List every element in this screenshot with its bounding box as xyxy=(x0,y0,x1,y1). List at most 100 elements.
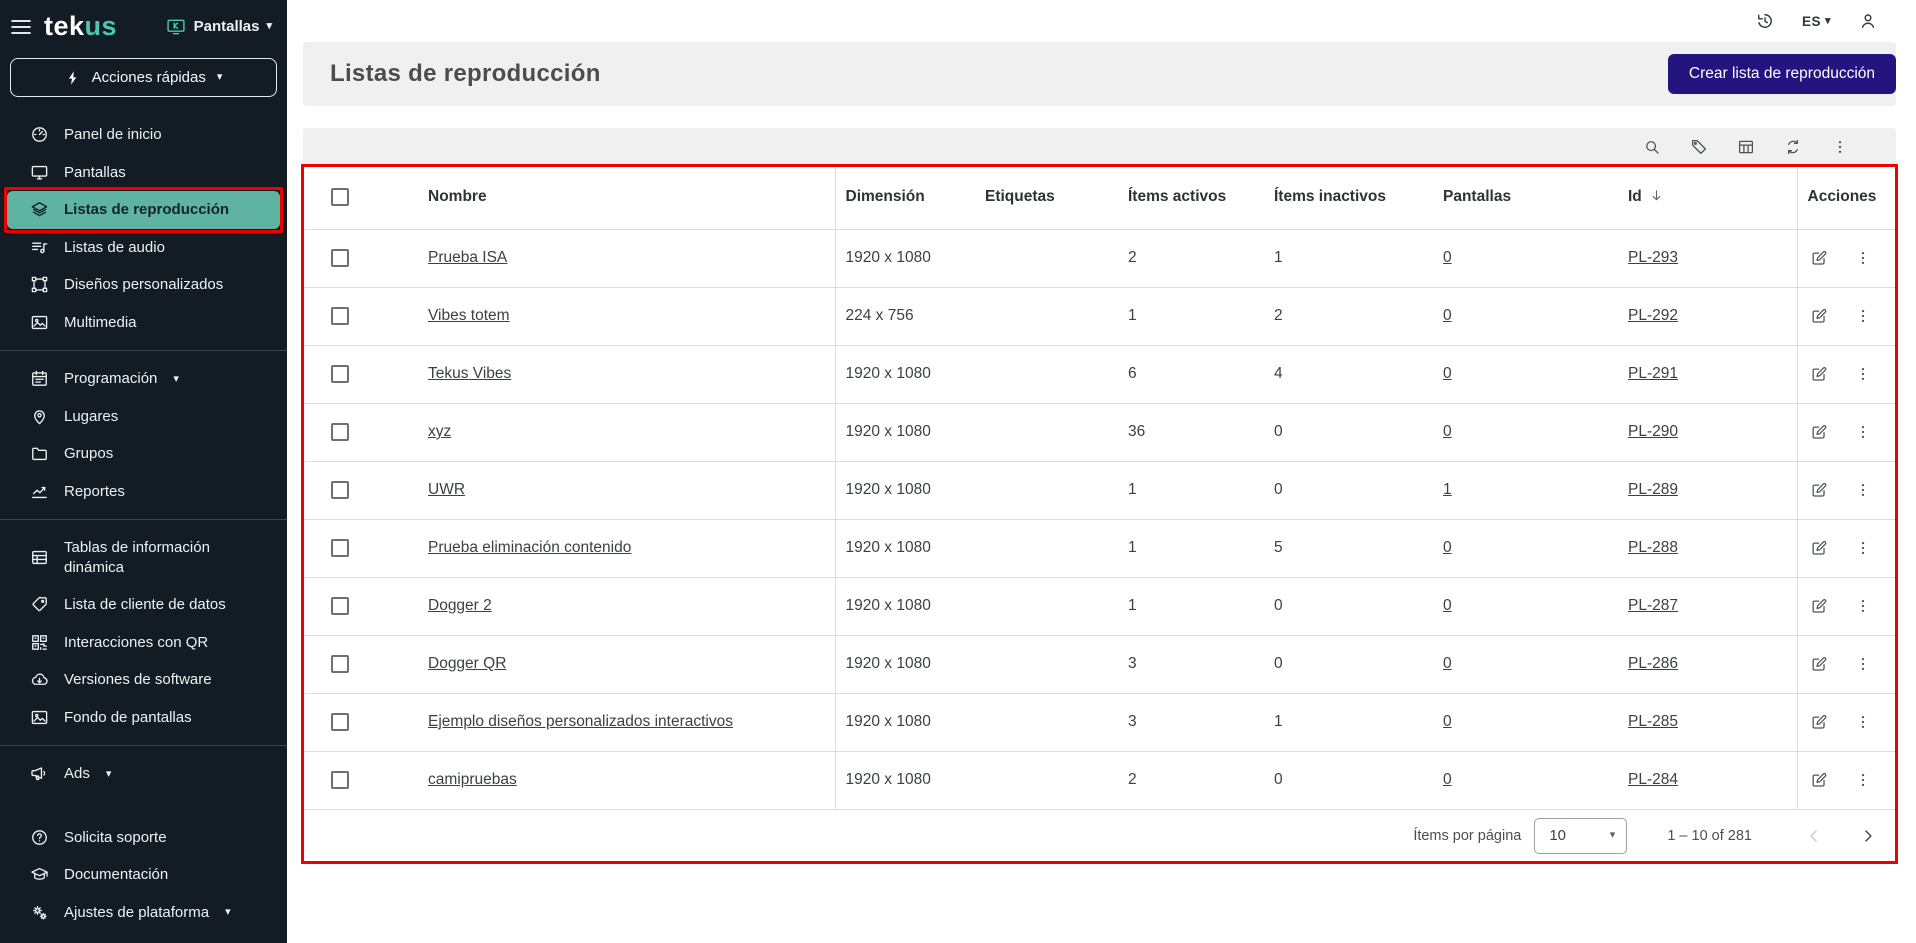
row-menu-button[interactable] xyxy=(1854,249,1872,267)
edit-button[interactable] xyxy=(1810,365,1828,383)
column-header-tags[interactable]: Etiquetas xyxy=(975,166,1118,230)
sidebar-item-grupos[interactable]: Grupos xyxy=(0,435,287,473)
sidebar-item-solicita-soporte[interactable]: Solicita soporte xyxy=(0,819,287,857)
edit-button[interactable] xyxy=(1810,307,1828,325)
row-checkbox[interactable] xyxy=(331,249,349,267)
sidebar-item-ajustes-de-plataforma[interactable]: Ajustes de plataforma ▾ xyxy=(0,894,287,932)
history-icon[interactable] xyxy=(1755,11,1775,31)
screens-count-link[interactable]: 0 xyxy=(1443,307,1452,324)
search-icon[interactable] xyxy=(1643,138,1661,156)
column-header-inactive_items[interactable]: Ítems inactivos xyxy=(1264,166,1433,230)
create-playlist-button[interactable]: Crear lista de reproducción xyxy=(1667,54,1896,94)
row-menu-button[interactable] xyxy=(1854,597,1872,615)
playlist-id-link[interactable]: PL-288 xyxy=(1628,539,1678,556)
row-checkbox[interactable] xyxy=(331,655,349,673)
screens-count-link[interactable]: 0 xyxy=(1443,655,1452,672)
sidebar-item-lugares[interactable]: Lugares xyxy=(0,398,287,436)
row-menu-button[interactable] xyxy=(1854,365,1872,383)
row-menu-button[interactable] xyxy=(1854,539,1872,557)
row-checkbox[interactable] xyxy=(331,481,349,499)
language-selector[interactable]: ES ▾ xyxy=(1802,14,1831,29)
row-menu-button[interactable] xyxy=(1854,307,1872,325)
playlist-name-link[interactable]: xyz xyxy=(428,423,451,440)
edit-button[interactable] xyxy=(1810,481,1828,499)
playlist-name-link[interactable]: camipruebas xyxy=(428,771,517,788)
kebab-icon[interactable] xyxy=(1831,138,1849,156)
sidebar-item-ads[interactable]: Ads ▾ xyxy=(0,755,287,793)
sidebar-item-reportes[interactable]: Reportes xyxy=(0,473,287,511)
column-header-dimension[interactable]: Dimensión xyxy=(834,166,975,230)
sidebar-item-lista-de-cliente-de-datos[interactable]: Lista de cliente de datos xyxy=(0,586,287,624)
edit-button[interactable] xyxy=(1810,249,1828,267)
row-menu-button[interactable] xyxy=(1854,713,1872,731)
sync-icon[interactable] xyxy=(1784,138,1802,156)
sidebar-item-multimedia[interactable]: Multimedia xyxy=(0,304,287,342)
table-icon[interactable] xyxy=(1737,138,1755,156)
row-checkbox[interactable] xyxy=(331,423,349,441)
edit-button[interactable] xyxy=(1810,423,1828,441)
playlist-name-link[interactable]: Ejemplo diseños personalizados interacti… xyxy=(428,713,733,730)
sidebar-item-tablas-de-informacion-dinamica[interactable]: Tablas de información dinámica xyxy=(0,529,287,586)
playlist-id-link[interactable]: PL-285 xyxy=(1628,713,1678,730)
row-checkbox[interactable] xyxy=(331,539,349,557)
sidebar-item-interacciones-con-qr[interactable]: Interacciones con QR xyxy=(0,624,287,662)
edit-button[interactable] xyxy=(1810,597,1828,615)
quick-actions-button[interactable]: Acciones rápidas ▾ xyxy=(10,58,277,97)
row-menu-button[interactable] xyxy=(1854,481,1872,499)
row-menu-button[interactable] xyxy=(1854,771,1872,789)
screens-count-link[interactable]: 0 xyxy=(1443,249,1452,266)
sidebar-item-listas-de-audio[interactable]: Listas de audio xyxy=(0,229,287,267)
edit-button[interactable] xyxy=(1810,655,1828,673)
sidebar-item-programacion[interactable]: Programación ▾ xyxy=(0,360,287,398)
column-header-active_items[interactable]: Ítems activos xyxy=(1118,166,1264,230)
playlist-name-link[interactable]: UWR xyxy=(428,481,465,498)
screens-count-link[interactable]: 1 xyxy=(1443,481,1452,498)
playlist-id-link[interactable]: PL-287 xyxy=(1628,597,1678,614)
sidebar-item-panel-de-inicio[interactable]: Panel de inicio xyxy=(0,116,287,154)
row-menu-button[interactable] xyxy=(1854,655,1872,673)
context-switcher[interactable]: Pantallas ▾ xyxy=(165,17,272,37)
playlist-name-link[interactable]: Dogger 2 xyxy=(428,597,492,614)
app-logo[interactable]: tekus xyxy=(44,11,117,42)
sidebar-item-versiones-de-software[interactable]: Versiones de software xyxy=(0,661,287,699)
row-menu-button[interactable] xyxy=(1854,423,1872,441)
screens-count-link[interactable]: 0 xyxy=(1443,539,1452,556)
playlist-name-link[interactable]: Vibes totem xyxy=(428,307,510,324)
playlist-id-link[interactable]: PL-289 xyxy=(1628,481,1678,498)
menu-icon[interactable] xyxy=(9,15,33,39)
next-page-button[interactable] xyxy=(1858,826,1878,846)
playlist-name-link[interactable]: Tekus Vibes xyxy=(428,365,511,382)
page-size-select[interactable]: 10 ▾ xyxy=(1534,817,1628,854)
row-checkbox[interactable] xyxy=(331,597,349,615)
row-checkbox[interactable] xyxy=(331,365,349,383)
previous-page-button[interactable] xyxy=(1804,826,1824,846)
screens-count-link[interactable]: 0 xyxy=(1443,365,1452,382)
playlist-id-link[interactable]: PL-286 xyxy=(1628,655,1678,672)
screens-count-link[interactable]: 0 xyxy=(1443,713,1452,730)
column-header-name[interactable]: Nombre xyxy=(407,166,835,230)
playlist-name-link[interactable]: Dogger QR xyxy=(428,655,506,672)
edit-button[interactable] xyxy=(1810,771,1828,789)
sidebar-item-listas-de-reproduccion[interactable]: Listas de reproducción xyxy=(4,187,283,233)
edit-button[interactable] xyxy=(1810,539,1828,557)
screens-count-link[interactable]: 0 xyxy=(1443,771,1452,788)
column-header-id[interactable]: Id xyxy=(1618,166,1797,230)
playlist-id-link[interactable]: PL-291 xyxy=(1628,365,1678,382)
playlist-id-link[interactable]: PL-292 xyxy=(1628,307,1678,324)
playlist-id-link[interactable]: PL-293 xyxy=(1628,249,1678,266)
select-all-checkbox[interactable] xyxy=(331,188,349,207)
user-icon[interactable] xyxy=(1858,11,1878,31)
edit-button[interactable] xyxy=(1810,713,1828,731)
playlist-name-link[interactable]: Prueba ISA xyxy=(428,249,507,266)
playlist-id-link[interactable]: PL-284 xyxy=(1628,771,1678,788)
row-checkbox[interactable] xyxy=(331,713,349,731)
playlist-id-link[interactable]: PL-290 xyxy=(1628,423,1678,440)
row-checkbox[interactable] xyxy=(331,771,349,789)
playlist-name-link[interactable]: Prueba eliminación contenido xyxy=(428,539,631,556)
column-header-screens[interactable]: Pantallas xyxy=(1433,166,1618,230)
screens-count-link[interactable]: 0 xyxy=(1443,597,1452,614)
sidebar-item-fondo-de-pantallas[interactable]: Fondo de pantallas xyxy=(0,699,287,737)
sidebar-item-pantallas[interactable]: Pantallas xyxy=(0,154,287,192)
sidebar-item-documentacion[interactable]: Documentación xyxy=(0,856,287,894)
row-checkbox[interactable] xyxy=(331,307,349,325)
